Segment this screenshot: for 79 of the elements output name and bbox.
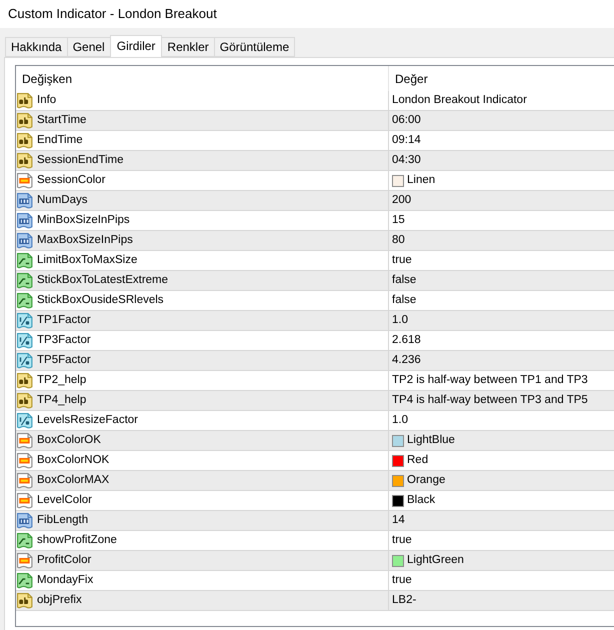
parameter-name: EndTime	[37, 132, 83, 148]
parameter-value[interactable]: 80	[392, 232, 405, 250]
parameter-name: MinBoxSizeInPips	[37, 212, 130, 228]
parameter-value[interactable]: LB2-	[392, 592, 416, 610]
parameter-name: SessionColor	[37, 172, 106, 188]
parameter-name: FibLength	[37, 512, 88, 528]
parameter-name: LevelColor	[37, 492, 92, 508]
parameter-name: BoxColorNOK	[37, 452, 110, 468]
text-tag-icon	[17, 112, 33, 128]
parameter-value[interactable]: TP2 is half-way between TP1 and TP3	[392, 372, 588, 390]
toggle-tag-icon	[17, 292, 33, 308]
parameter-value[interactable]: 09:14	[392, 132, 421, 150]
tab[interactable]: Hakkında	[5, 37, 67, 57]
toggle-tag-icon	[17, 572, 33, 588]
text-tag-icon	[17, 392, 33, 408]
parameter-value[interactable]: 2.618	[392, 332, 421, 350]
tab[interactable]: Genel	[66, 37, 110, 57]
parameter-name: ProfitColor	[37, 552, 92, 568]
parameter-value[interactable]: 4.236	[392, 352, 421, 370]
tab[interactable]: Renkler	[162, 37, 214, 57]
text-tag-icon	[17, 152, 33, 168]
parameter-value[interactable]: 1.0	[392, 312, 408, 330]
parameter-value[interactable]: Linen	[407, 172, 436, 190]
parameter-value[interactable]: Red	[407, 452, 428, 470]
parameter-name: MondayFix	[37, 572, 94, 588]
number-tag-icon	[17, 232, 33, 248]
parameter-name: BoxColorMAX	[37, 472, 110, 488]
parameter-value[interactable]: true	[392, 532, 412, 550]
parameter-value[interactable]: LightGreen	[407, 552, 464, 570]
parameter-name: TP3Factor	[37, 332, 91, 348]
tab[interactable]: Görüntüleme	[214, 37, 296, 57]
parameter-name: objPrefix	[37, 592, 82, 608]
parameter-value[interactable]: false	[392, 272, 416, 290]
column-header: Değişken	[21, 70, 74, 88]
parameter-value[interactable]: LightBlue	[407, 432, 455, 450]
fraction-tag-icon	[17, 412, 33, 428]
parameter-name: TP1Factor	[37, 312, 91, 328]
parameter-name: showProfitZone	[37, 532, 117, 548]
toggle-tag-icon	[17, 272, 33, 288]
toggle-tag-icon	[17, 532, 33, 548]
window-title: Custom Indicator - London Breakout	[8, 6, 217, 22]
parameter-name: TP5Factor	[37, 352, 91, 368]
parameter-value[interactable]: 04:30	[392, 152, 421, 170]
toggle-tag-icon	[17, 252, 33, 268]
parameter-name: LevelsResizeFactor	[37, 412, 138, 428]
number-tag-icon	[17, 192, 33, 208]
parameter-name: TP2_help	[37, 372, 86, 388]
parameter-name: MaxBoxSizeInPips	[37, 232, 133, 248]
parameter-name: SessionEndTime	[37, 152, 124, 168]
text-tag-icon	[17, 372, 33, 388]
parameter-value[interactable]: Black	[407, 492, 436, 510]
parameter-value[interactable]: 1.0	[392, 412, 408, 430]
parameter-name: BoxColorOK	[37, 432, 101, 448]
parameter-name: StartTime	[37, 112, 86, 128]
parameter-value[interactable]: Orange	[407, 472, 446, 490]
parameter-name: NumDays	[37, 192, 88, 208]
tab[interactable]: Girdiler	[110, 35, 162, 58]
parameter-value[interactable]: true	[392, 252, 412, 270]
text-tag-icon	[17, 92, 33, 108]
parameter-name: TP4_help	[37, 392, 86, 408]
fraction-tag-icon	[17, 312, 33, 328]
parameter-value[interactable]: London Breakout Indicator	[392, 92, 527, 110]
fraction-tag-icon	[17, 332, 33, 348]
parameter-value[interactable]: 15	[392, 212, 405, 230]
parameter-value[interactable]: false	[392, 292, 416, 310]
parameter-name: StickBoxToLatestExtreme	[37, 272, 168, 288]
parameter-value[interactable]: true	[392, 572, 412, 590]
parameter-value[interactable]: 200	[392, 192, 412, 210]
text-tag-icon	[17, 592, 33, 608]
parameter-name: Info	[37, 92, 56, 108]
number-tag-icon	[17, 512, 33, 528]
fraction-tag-icon	[17, 352, 33, 368]
parameter-name: LimitBoxToMaxSize	[37, 252, 138, 268]
parameter-value[interactable]: 14	[392, 512, 405, 530]
text-tag-icon	[17, 132, 33, 148]
number-tag-icon	[17, 212, 33, 228]
parameter-name: StickBoxOusideSRlevels	[37, 292, 164, 308]
parameter-value[interactable]: 06:00	[392, 112, 421, 130]
parameter-value[interactable]: TP4 is half-way between TP3 and TP5	[392, 392, 588, 410]
